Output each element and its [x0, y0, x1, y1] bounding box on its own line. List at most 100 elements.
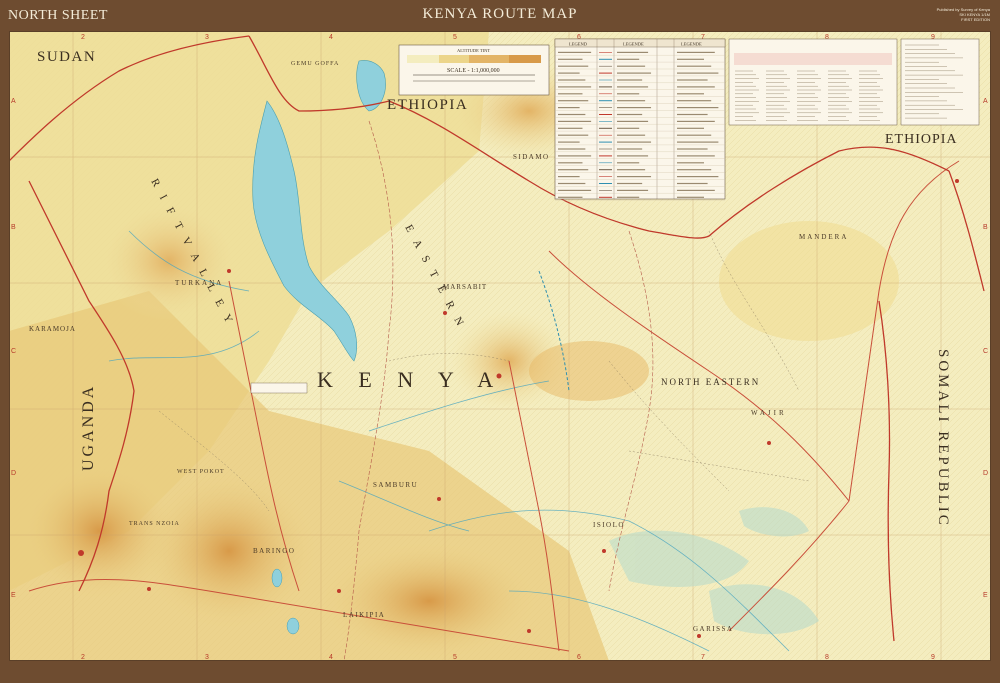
grid-row-label: D: [11, 470, 16, 477]
legend-text-line: [677, 51, 715, 53]
legend-text-line: [617, 120, 649, 122]
altitude-tint-title: ALTITUDE TINT: [457, 48, 490, 53]
grid-row-label: B: [983, 224, 988, 231]
grid-col-label: 4: [329, 654, 333, 661]
label-ethiopia-west: ETHIOPIA: [387, 97, 468, 113]
tint-bar-high: [469, 55, 509, 63]
legend-text-line: [677, 93, 704, 95]
label-ethiopia-east: ETHIOPIA: [885, 132, 958, 147]
legend-text-line: [558, 134, 589, 136]
legend-heading: LEGEND: [569, 42, 588, 47]
legend-text-line: [677, 182, 708, 185]
legend-text-line: [558, 51, 592, 53]
legend-text-line: [617, 182, 643, 185]
grid-col-label: 8: [825, 654, 829, 661]
label-isiolo: ISIOLO: [593, 521, 625, 529]
legend-box[interactable]: LEGEND LEGENDE LEGENDE: [554, 38, 726, 201]
lake-baringo[interactable]: [271, 568, 283, 588]
legend-text-line: [558, 162, 583, 164]
legend-text-line: [558, 176, 580, 178]
legend-text-line: [617, 162, 640, 164]
legend-text-line: [677, 127, 704, 129]
scale-box: ALTITUDE TINT SCALE - 1:1,000,000: [398, 44, 550, 96]
legend-text-line: [677, 155, 715, 157]
legend-text-line: [617, 79, 643, 81]
grid-col-label: 7: [701, 654, 705, 661]
legend-text-line: [617, 127, 640, 129]
legend-text-line: [617, 65, 646, 67]
legend-text-line: [677, 196, 704, 198]
label-samburu: SAMBURU: [373, 481, 418, 489]
tint-bar-top: [509, 55, 541, 63]
legend-text-line: [677, 162, 704, 164]
legend-text-line: [558, 148, 586, 150]
legend-text-line: [677, 148, 708, 150]
label-somali-republic: SOMALI REPUBLIC: [935, 349, 951, 528]
grid-row-label: B: [11, 224, 16, 231]
grid-col-label: 9: [931, 654, 935, 661]
legend-text-line: [677, 141, 719, 143]
legend-text-line: [677, 58, 704, 60]
legend-text-line: [617, 196, 640, 198]
legend-text-line: [677, 86, 715, 88]
legend-text-line: [617, 169, 646, 171]
label-trans-nzoia: TRANS NZOIA: [129, 521, 180, 527]
legend-text-line: [617, 189, 649, 191]
legend-text-line: [617, 100, 646, 102]
legend-text-line: [617, 93, 640, 95]
legend-text-line: [558, 141, 580, 143]
scale-label: SCALE - 1:1,000,000: [447, 68, 500, 74]
legend-text-line: [558, 72, 580, 74]
grid-row-label: E: [11, 592, 16, 599]
grid-col-label: 5: [453, 34, 457, 41]
label-wajir: WAJIR: [751, 409, 787, 417]
legend-heading: LEGENDE: [623, 42, 644, 47]
legend-text-line: [558, 113, 586, 116]
map-svg: 2 3 4 5 6 7 8 9 2 3 4 5 6 7 8 9 A B C D …: [8, 31, 991, 662]
legend-text-line: [558, 120, 592, 122]
gazetteer-box: [728, 38, 898, 126]
legend-text-line: [558, 58, 583, 60]
label-uganda: UGANDA: [80, 384, 97, 471]
legend-text-line: [617, 141, 652, 143]
legend-text-line: [617, 51, 649, 53]
label-mandera: MANDERA: [799, 233, 848, 241]
legend-text-line: [558, 100, 589, 102]
label-baringo: BARINGO: [253, 547, 295, 555]
legend-text-line: [677, 134, 712, 136]
grid-col-label: 3: [205, 34, 209, 41]
map-note-box: [250, 382, 308, 394]
legend-text-line: [617, 134, 646, 136]
label-sudan: SUDAN: [37, 49, 96, 65]
grid-row-label: C: [983, 348, 988, 355]
label-laikipia: LAIKIPIA: [343, 611, 385, 619]
legend-text-line: [617, 155, 649, 157]
legend-text-line: [558, 196, 583, 198]
legend-text-line: [558, 182, 586, 185]
stats-box: [900, 38, 980, 126]
lake-bogoria[interactable]: [286, 617, 300, 635]
legend-text-line: [558, 169, 589, 171]
legend-text-line: [617, 107, 652, 109]
legend-text-line: [558, 189, 592, 191]
legend-text-line: [677, 169, 712, 171]
laikipia-highland: [319, 541, 539, 661]
grid-col-label: 6: [577, 654, 581, 661]
grid-col-label: 5: [453, 654, 457, 661]
grid-col-label: 3: [205, 654, 209, 661]
legend-text-line: [558, 155, 592, 157]
map-area[interactable]: 2 3 4 5 6 7 8 9 2 3 4 5 6 7 8 9 A B C D …: [8, 31, 991, 662]
legend-text-line: [617, 86, 649, 88]
plateau-patch: [529, 341, 649, 401]
legend-text-line: [558, 93, 583, 95]
label-north-eastern: NORTH EASTERN: [661, 377, 760, 387]
grid-col-label: 2: [81, 654, 85, 661]
legend-text-line: [617, 176, 652, 178]
legend-text-line: [677, 176, 719, 178]
legend-text-line: [617, 58, 640, 60]
legend-text-line: [677, 189, 715, 191]
legend-text-line: [617, 113, 643, 116]
grid-col-label: 2: [81, 34, 85, 41]
grid-row-label: C: [11, 348, 16, 355]
map-title: KENYA ROUTE MAP: [422, 6, 578, 22]
